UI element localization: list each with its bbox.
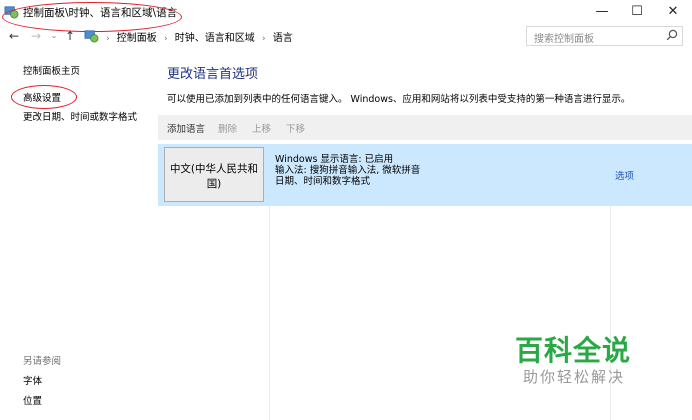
language-tile[interactable]: 中文(中华人民共和国) — [164, 147, 264, 202]
search-input[interactable]: 搜索控制面板 — [526, 26, 683, 46]
back-button[interactable]: ← — [6, 28, 22, 44]
breadcrumb-control-panel[interactable]: 控制面板 — [117, 33, 157, 44]
breadcrumb-clock-language-region[interactable]: 时钟、语言和区域 — [175, 33, 255, 44]
date-time-format: 日期、时间和数字格式 — [275, 176, 371, 187]
control-panel-icon — [84, 30, 99, 43]
control-panel-icon — [4, 6, 19, 19]
recent-locations-icon[interactable]: ⌄ — [46, 28, 62, 44]
search-placeholder: 搜索控制面板 — [534, 34, 594, 45]
remove-button[interactable]: 删除 — [218, 121, 237, 135]
sidebar-item-change-date-time[interactable]: 更改日期、时间或数字格式 — [23, 109, 137, 123]
language-details: Windows 显示语言: 已启用 输入法: 搜狗拼音输入法, 微软拼音 日期、… — [275, 154, 420, 187]
page-title: 更改语言首选项 — [167, 67, 259, 82]
minimize-button[interactable]: — — [585, 2, 619, 22]
breadcrumb-separator: › — [261, 34, 266, 44]
breadcrumb-separator: › — [163, 34, 168, 44]
sidebar: 控制面板主页 高级设置 更改日期、时间或数字格式 另请参阅 字体 位置 — [0, 48, 158, 420]
title-bar: 控制面板\时钟、语言和区域\语言 — ☐ ✕ — [0, 0, 692, 24]
breadcrumb-separator: › — [106, 34, 110, 44]
breadcrumb-language[interactable]: 语言 — [273, 33, 293, 44]
language-toolbar: 添加语言 删除 上移 下移 — [158, 115, 692, 140]
language-name: 中文(中华人民共和国) — [169, 163, 259, 190]
breadcrumb[interactable]: › 控制面板 › 时钟、语言和区域 › 语言 ⌄ ↻ — [82, 27, 598, 45]
forward-button[interactable]: → — [28, 28, 44, 44]
language-options-link[interactable]: 选项 — [615, 168, 634, 182]
column-divider — [269, 206, 270, 420]
see-also-heading: 另请参阅 — [23, 356, 62, 367]
sidebar-item-location[interactable]: 位置 — [23, 393, 42, 407]
search-icon[interactable] — [666, 29, 678, 41]
column-divider — [610, 206, 611, 420]
sidebar-item-home[interactable]: 控制面板主页 — [23, 63, 80, 77]
move-down-button[interactable]: 下移 — [286, 121, 305, 135]
language-row[interactable]: 中文(中华人民共和国) Windows 显示语言: 已启用 输入法: 搜狗拼音输… — [158, 144, 692, 206]
page-description: 可以使用已添加到列表中的任何语言键入。 Windows、应用和网站将以列表中受支… — [167, 94, 631, 105]
watermark-logo-text: 百科全说 — [515, 334, 632, 367]
up-button[interactable]: ↑ — [62, 28, 78, 44]
maximize-button[interactable]: ☐ — [620, 2, 654, 22]
input-methods: 输入法: 搜狗拼音输入法, 微软拼音 — [275, 165, 421, 176]
move-up-button[interactable]: 上移 — [252, 121, 271, 135]
add-language-button[interactable]: 添加语言 — [167, 121, 205, 135]
window-title: 控制面板\时钟、语言和区域\语言 — [23, 7, 178, 19]
close-button[interactable]: ✕ — [656, 2, 690, 22]
sidebar-item-font[interactable]: 字体 — [23, 373, 42, 387]
sidebar-item-advanced-settings[interactable]: 高级设置 — [23, 90, 61, 104]
watermark-subtitle: 助你轻松解决 — [523, 368, 626, 386]
display-language-status: Windows 显示语言: 已启用 — [275, 154, 394, 165]
